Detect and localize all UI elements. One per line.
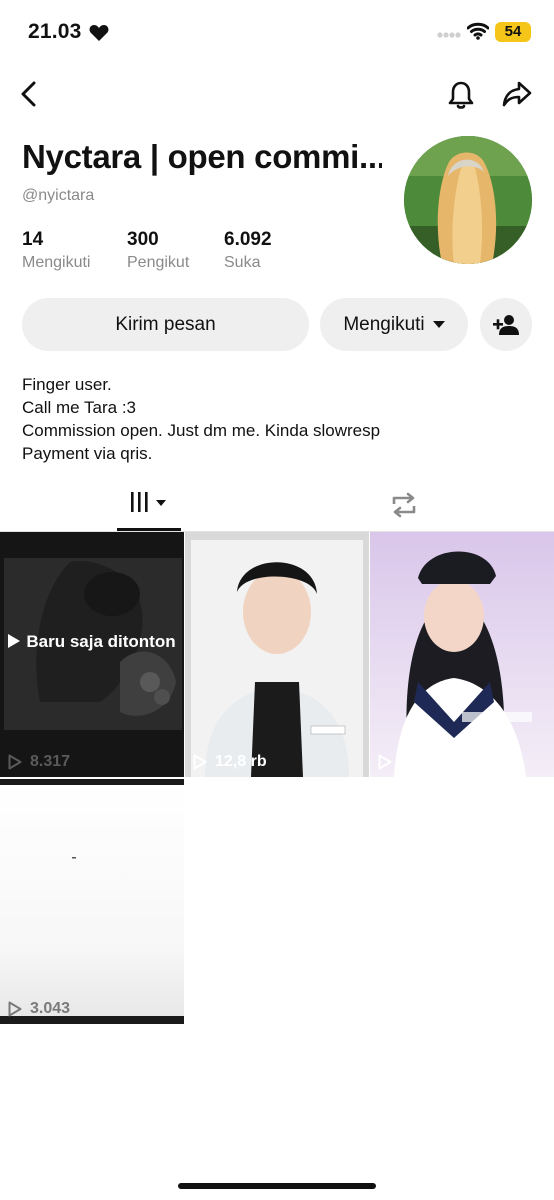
view-count-text: 12,8 rb [215, 753, 267, 770]
stat-likes-label: Suka [224, 254, 261, 271]
share-icon[interactable] [502, 80, 532, 108]
status-time: 21.03 [28, 20, 82, 43]
video-thumbnail [0, 779, 184, 1024]
view-count-text: 25,3 rb [400, 753, 452, 770]
heart-icon [89, 25, 109, 41]
bell-icon[interactable] [447, 80, 475, 110]
bio-line: Call me Tara :3 [22, 398, 137, 417]
add-person-icon [493, 314, 519, 335]
view-count: 3.043 [8, 1000, 70, 1018]
battery-level: 54 [504, 23, 522, 40]
video-tile[interactable]: 12,8 rb [185, 532, 369, 777]
status-bar: 21.03 54 [0, 0, 554, 66]
video-thumbnail [370, 532, 554, 777]
following-dropdown-button[interactable]: Mengikuti [320, 298, 468, 351]
video-thumbnail [185, 532, 369, 777]
stat-likes-count: 6.092 [224, 229, 272, 250]
video-tile[interactable]: 3.043 [0, 779, 184, 1024]
play-icon [8, 634, 21, 648]
play-outline-icon [193, 754, 207, 770]
stat-followers[interactable]: 300 Pengikut [127, 229, 189, 272]
video-tile[interactable]: 25,3 rb [370, 532, 554, 777]
recently-watched-text: Baru saja ditonton [26, 632, 176, 651]
wifi-icon [467, 22, 489, 40]
stat-likes[interactable]: 6.092 Suka [224, 229, 272, 272]
following-label: Mengikuti [343, 313, 425, 335]
video-tile[interactable]: Baru saja ditonton 8.317 [0, 532, 184, 777]
home-indicator[interactable] [178, 1183, 376, 1189]
profile-username: @nyictara [22, 187, 95, 204]
profile-display-name: Nyctara | open commi... [22, 138, 382, 175]
profile-bio: Finger user. Call me Tara :3 Commission … [22, 373, 380, 465]
stat-followers-count: 300 [127, 229, 159, 250]
avatar[interactable] [404, 136, 532, 264]
view-count: 8.317 [8, 753, 70, 771]
bio-line: Payment via qris. [22, 444, 153, 463]
stat-followers-label: Pengikut [127, 254, 190, 271]
stat-following-count: 14 [22, 229, 44, 250]
play-outline-icon [8, 754, 22, 770]
add-friend-button[interactable] [480, 298, 532, 351]
view-count: 12,8 rb [193, 753, 267, 771]
view-count-text: 3.043 [30, 1000, 71, 1017]
signal-icon [437, 32, 461, 38]
play-outline-icon [378, 754, 392, 770]
stat-following[interactable]: 14 Mengikuti [22, 229, 90, 272]
tab-videos[interactable] [117, 488, 181, 532]
caret-down-icon [432, 320, 445, 328]
repost-icon[interactable] [388, 490, 420, 520]
video-thumbnail [0, 532, 184, 777]
play-outline-icon [8, 1001, 22, 1017]
stat-following-label: Mengikuti [22, 254, 91, 271]
bio-line: Commission open. Just dm me. Kinda slowr… [22, 421, 381, 440]
back-arrow-icon[interactable] [18, 80, 42, 108]
view-count: 25,3 rb [378, 753, 452, 771]
view-count-text: 8.317 [30, 753, 71, 770]
bio-line: Finger user. [22, 375, 112, 394]
grid-lines-icon [131, 492, 166, 512]
send-message-label: Kirim pesan [115, 313, 216, 335]
avatar-image [404, 136, 532, 264]
send-message-button[interactable]: Kirim pesan [22, 298, 309, 351]
battery-indicator: 54 [495, 22, 531, 42]
recently-watched-label: Baru saja ditonton [0, 632, 184, 652]
